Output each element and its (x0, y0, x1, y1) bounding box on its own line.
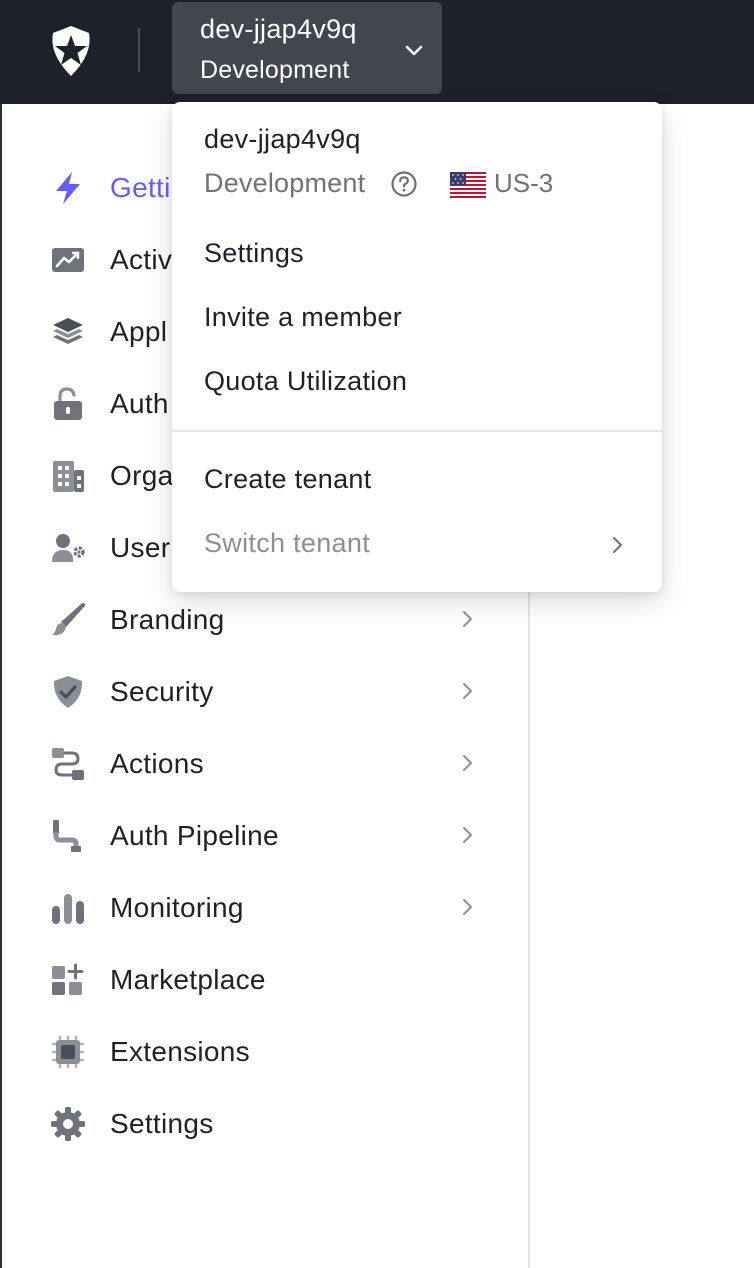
menu-item-label: Switch tenant (204, 528, 370, 558)
shield-check-icon (53, 676, 83, 708)
menu-item-switch-tenant[interactable]: Switch tenant (172, 518, 662, 572)
sidebar-item-label: Getti (110, 172, 171, 203)
tenant-name: dev-jjap4v9q (200, 14, 357, 44)
menu-item-label: Quota Utilization (204, 366, 408, 396)
header-divider (138, 28, 140, 72)
sidebar-item-extensions[interactable]: Extensions (2, 1020, 528, 1084)
user-gear-icon (52, 534, 85, 562)
chevron-right-icon (463, 611, 472, 627)
menu-item-label: Invite a member (204, 302, 403, 332)
chip-icon (52, 1036, 84, 1068)
chevron-down-icon (405, 45, 423, 56)
top-bar: dev-jjap4v9q Development (0, 0, 754, 104)
sidebar-item-label: Activ (110, 244, 173, 275)
tenant-dropdown-menu: dev-jjap4v9q Development US-3 Settings I… (172, 102, 662, 592)
sidebar-item-security[interactable]: Security (2, 660, 528, 724)
chevron-right-icon (463, 755, 472, 771)
sidebar-item-auth-pipeline[interactable]: Auth Pipeline (2, 804, 528, 868)
sidebar-item-actions[interactable]: Actions (2, 732, 528, 796)
menu-item-invite-member[interactable]: Invite a member (172, 292, 662, 346)
building-icon (53, 461, 84, 492)
layers-stack-icon (53, 318, 83, 344)
sidebar-item-label: Actions (110, 748, 204, 779)
sidebar-item-label: Auth Pipeline (110, 820, 279, 851)
menu-item-settings[interactable]: Settings (172, 228, 662, 282)
sidebar-item-label: Settings (110, 1108, 214, 1139)
auth0-logo-icon[interactable] (44, 24, 98, 78)
menu-item-label: Create tenant (204, 464, 372, 494)
lightning-bolt-icon (56, 172, 80, 204)
sidebar-item-label: Marketplace (110, 964, 266, 995)
bar-chart-icon (52, 894, 84, 924)
menu-divider (172, 430, 662, 432)
menu-tenant-environment: Development (204, 168, 366, 198)
chevron-right-icon (463, 827, 472, 843)
us-flag-icon (450, 172, 486, 198)
question-circle-icon[interactable] (390, 170, 418, 198)
pipe-icon (53, 820, 81, 852)
chevron-right-icon (613, 537, 622, 553)
sidebar-item-label: User (110, 532, 171, 563)
menu-item-quota-utilization[interactable]: Quota Utilization (172, 356, 662, 410)
sidebar-item-label: Security (110, 676, 214, 707)
sidebar-item-label: Monitoring (110, 892, 244, 923)
grid-plus-icon (52, 963, 84, 995)
menu-item-label: Settings (204, 238, 304, 268)
sidebar-item-label: Appl (110, 316, 168, 347)
chevron-right-icon (463, 899, 472, 915)
activity-chart-icon (52, 248, 84, 272)
unlock-icon (54, 387, 82, 420)
paintbrush-icon (52, 603, 85, 636)
tenant-environment: Development (200, 56, 350, 84)
sidebar-item-label: Extensions (110, 1036, 250, 1067)
menu-tenant-name: dev-jjap4v9q (204, 124, 361, 154)
sidebar-item-settings[interactable]: Settings (2, 1092, 528, 1156)
sidebar-item-label: Branding (110, 604, 225, 635)
menu-item-create-tenant[interactable]: Create tenant (172, 454, 662, 508)
sidebar-item-monitoring[interactable]: Monitoring (2, 876, 528, 940)
actions-flow-icon (52, 748, 84, 780)
sidebar-item-label: Auth (110, 388, 169, 419)
region-label: US-3 (494, 168, 554, 198)
sidebar-item-marketplace[interactable]: Marketplace (2, 948, 528, 1012)
gear-icon (51, 1107, 85, 1141)
sidebar-item-branding[interactable]: Branding (2, 588, 528, 652)
sidebar-item-label: Orga (110, 460, 174, 491)
tenant-switcher-button[interactable]: dev-jjap4v9q Development (172, 2, 442, 94)
chevron-right-icon (463, 683, 472, 699)
